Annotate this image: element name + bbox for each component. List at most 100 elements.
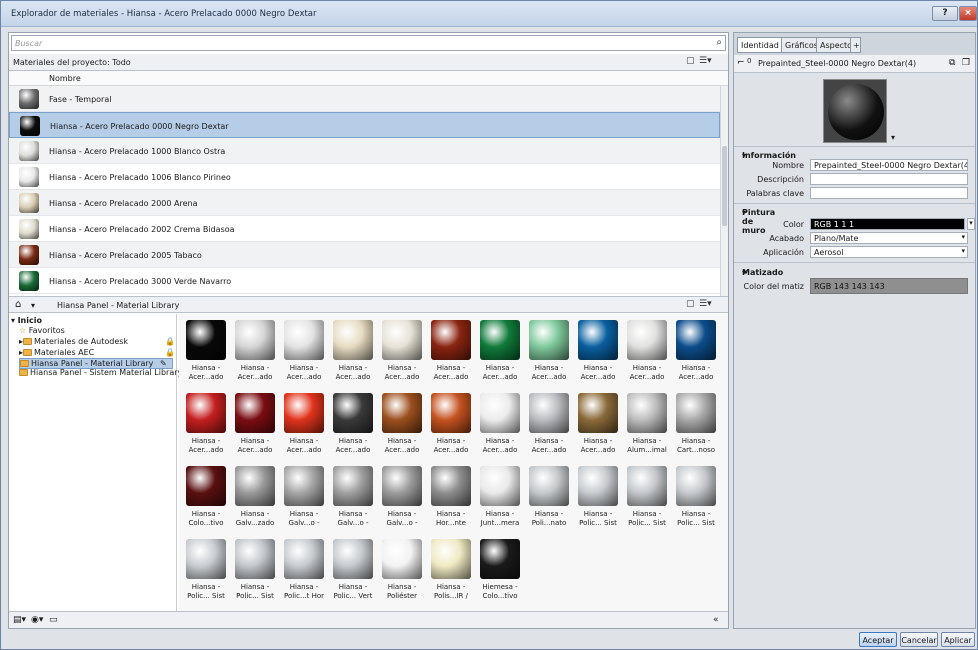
library-material-tile[interactable]: Hiansa - Acer...ado [183, 317, 229, 387]
library-breadcrumb[interactable]: Hiansa Panel - Material Library [57, 301, 179, 310]
material-list-row[interactable]: Hiansa - Acero Prelacado 3000 Verde Nava… [9, 268, 720, 294]
project-filter-dropdown[interactable]: Materiales del proyecto: Todo [13, 58, 131, 67]
description-label: Descripción [757, 175, 804, 184]
library-material-tile[interactable]: Hiansa - Acer...ado [477, 390, 523, 460]
library-material-tile[interactable]: Hiansa - Acer...ado [526, 390, 572, 460]
material-thumbnail [333, 539, 373, 579]
library-material-tile[interactable]: Hiansa - Cart...noso [673, 390, 719, 460]
home-dropdown-icon[interactable]: ▾ [31, 301, 35, 310]
home-icon[interactable]: ⌂ [15, 299, 21, 310]
view-options-icon[interactable]: ☰▾ [699, 56, 712, 66]
library-material-tile[interactable]: Hiansa - Acer...ado [232, 317, 278, 387]
search-icon[interactable]: ⌕ [716, 37, 722, 48]
library-material-tile[interactable]: Hiansa - Polic... Vert [330, 536, 376, 606]
column-header-name[interactable]: Nombre [9, 71, 728, 86]
library-material-tile[interactable]: Hiansa - Acer...ado [575, 317, 621, 387]
help-button[interactable]: ? [932, 6, 958, 21]
add-tab-button[interactable]: + [850, 37, 861, 53]
scrollbar-thumb[interactable] [722, 146, 727, 226]
library-material-tile[interactable]: Hiansa - Acer...ado [526, 317, 572, 387]
keywords-field[interactable] [810, 187, 968, 199]
library-toggle-icon[interactable]: ▢ [686, 299, 695, 309]
open-editor-icon[interactable]: ▭ [49, 615, 58, 625]
material-list-row[interactable]: Hiansa - Acero Prelacado 1000 Blanco Ost… [9, 138, 720, 164]
accept-button[interactable]: Aceptar [859, 632, 897, 647]
edit-pencil-icon[interactable]: ✎ [160, 359, 167, 368]
material-list-row[interactable]: Hiansa - Acero Prelacado 0000 Negro Dext… [9, 112, 720, 138]
replace-asset-icon[interactable]: ⧉ [949, 58, 955, 68]
library-view-options-icon[interactable]: ☰▾ [699, 299, 712, 309]
library-material-tile[interactable]: Hiansa - Polic...t Hor [281, 536, 327, 606]
tree-node[interactable]: ▸ Materiales de Autodesk 🔒 [19, 337, 175, 348]
close-button[interactable]: × [959, 6, 977, 21]
library-material-tile[interactable]: Hiansa - Acer...ado [428, 390, 474, 460]
wall-paint-section-header[interactable]: ▾ Pintura de muro [734, 204, 975, 235]
material-thumbnail [235, 539, 275, 579]
library-material-tile[interactable]: Hiansa - Polic... Sist [575, 463, 621, 533]
library-material-tile[interactable]: Hiansa - Acer...ado [330, 390, 376, 460]
divider [734, 262, 975, 263]
library-material-tile[interactable]: Hiansa - Polic... Sist [624, 463, 670, 533]
library-material-tile[interactable]: Hiansa - Alum...imal [624, 390, 670, 460]
library-material-tile[interactable]: Hiansa - Acer...ado [281, 317, 327, 387]
library-material-tile[interactable]: Hiansa - Polic... Sist [232, 536, 278, 606]
library-material-tile[interactable]: Hiansa - Acer...ado [428, 317, 474, 387]
finish-select[interactable]: Plano/Mate [810, 232, 968, 244]
material-thumbnail [186, 539, 226, 579]
list-scrollbar[interactable] [720, 86, 728, 296]
duplicate-asset-icon[interactable]: ❐ [962, 58, 970, 68]
description-field[interactable] [810, 173, 968, 185]
cancel-button[interactable]: Cancelar [900, 632, 938, 647]
tint-color-field[interactable]: RGB 143 143 143 [810, 278, 968, 294]
collapse-icon[interactable]: « [713, 615, 719, 625]
library-material-tile[interactable]: Hiansa - Acer...ado [477, 317, 523, 387]
create-material-icon[interactable]: ◉▾ [31, 615, 43, 625]
name-field[interactable]: Prepainted_Steel-0000 Negro Dextar(4) [810, 159, 968, 171]
color-swatch-field[interactable]: RGB 1 1 1 [810, 218, 965, 230]
library-material-tile[interactable]: Hiansa - Acer...ado [183, 390, 229, 460]
color-dropdown-icon[interactable]: ▾ [967, 218, 975, 230]
library-material-tile[interactable]: Hiansa - Poliéster [379, 536, 425, 606]
material-list-row[interactable]: Fase - Temporal [9, 86, 720, 112]
material-list-row[interactable]: Hiansa - Acero Prelacado 2002 Crema Bida… [9, 216, 720, 242]
library-material-tile[interactable]: Hiansa - Acer...ado [281, 390, 327, 460]
apply-button[interactable]: Aplicar [941, 632, 975, 647]
create-library-icon[interactable]: ▤▾ [13, 615, 26, 625]
tile-caption-line1: Hiansa - [436, 437, 466, 445]
library-material-tile[interactable]: Hiansa - Polic... Sist [673, 463, 719, 533]
library-material-tile[interactable]: Hiansa - Galv...o - [330, 463, 376, 533]
keywords-label: Palabras clave [746, 189, 804, 198]
application-select[interactable]: Aerosol [810, 246, 968, 258]
library-material-tile[interactable]: Hiansa - Acer...ado [330, 317, 376, 387]
library-material-tile[interactable]: Hiansa - Acer...ado [575, 390, 621, 460]
tree-node[interactable]: Hiansa Panel - Sistem Material Library [19, 368, 182, 379]
preview-options-icon[interactable]: ▾ [891, 133, 895, 142]
library-material-tile[interactable]: Hiansa - Junt...mera [477, 463, 523, 533]
material-thumbnail [382, 466, 422, 506]
library-material-tile[interactable]: Hiansa - Galv...zado [232, 463, 278, 533]
library-material-tile[interactable]: Hiansa - Galv...o - [379, 463, 425, 533]
library-material-tile[interactable]: Hiansa - Polic... Sist [183, 536, 229, 606]
material-list-row[interactable]: Hiansa - Acero Prelacado 2005 Tabaco [9, 242, 720, 268]
material-preview[interactable] [823, 79, 887, 143]
library-material-tile[interactable]: Hiansa - Poli...nato [526, 463, 572, 533]
tree-node[interactable]: ☆ Favoritos [19, 326, 173, 337]
library-material-tile[interactable]: Hiansa - Colo...tivo [183, 463, 229, 533]
library-material-tile[interactable]: Hiansa - Acer...ado [379, 390, 425, 460]
library-material-tile[interactable]: Hiansa - Galv...o - [281, 463, 327, 533]
library-material-tile[interactable]: Hiansa - Acer...ado [673, 317, 719, 387]
search-input[interactable]: Buscar ⌕ [11, 35, 726, 51]
library-material-tile[interactable]: Hiansa - Polis...IR / [428, 536, 474, 606]
toggle-panel-icon[interactable]: ▢ [686, 56, 695, 66]
library-material-tile[interactable]: Hiansa - Acer...ado [232, 390, 278, 460]
library-material-tile[interactable]: Hiansa - Acer...ado [379, 317, 425, 387]
tile-caption-line2: Acer...ado [188, 446, 224, 454]
tab-identity[interactable]: Identidad [737, 37, 783, 53]
library-material-tile[interactable]: Hiemesa - Colo...tivo [477, 536, 523, 606]
folder-icon [23, 338, 33, 345]
library-material-tile[interactable]: Hiansa - Acer...ado [624, 317, 670, 387]
material-list-row[interactable]: Hiansa - Acero Prelacado 2000 Arena [9, 190, 720, 216]
material-list-row[interactable]: Hiansa - Acero Prelacado 1006 Blanco Pir… [9, 164, 720, 190]
tint-section-header[interactable]: ▾ ✓ Matizado [734, 264, 975, 277]
library-material-tile[interactable]: Hiansa - Hor...nte [428, 463, 474, 533]
